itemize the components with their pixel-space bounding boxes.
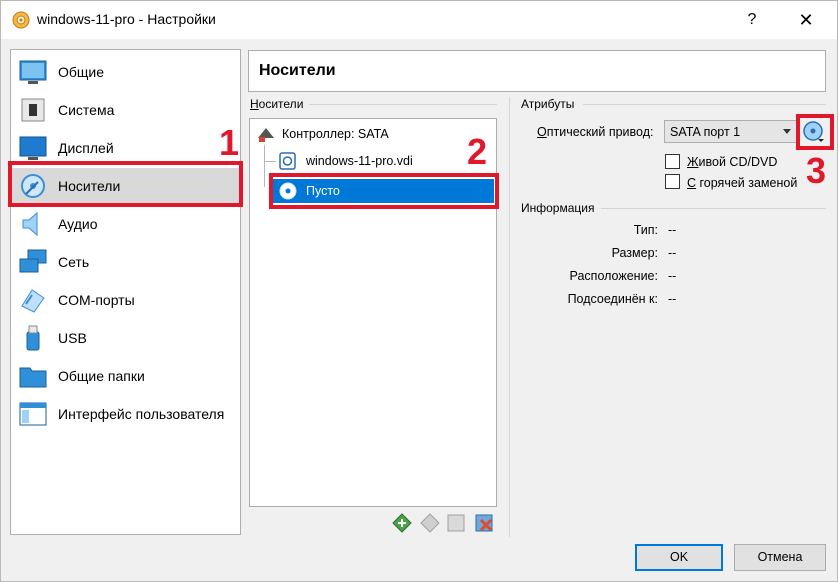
- settings-window: windows-11-pro - Настройки ? ✕ Общие Сис…: [0, 0, 838, 582]
- tree-item-vdi[interactable]: windows-11-pro.vdi: [278, 149, 488, 173]
- system-icon: [21, 98, 45, 122]
- live-cd-checkbox[interactable]: [665, 154, 680, 169]
- usb-icon: [26, 325, 40, 351]
- add-attachment-icon[interactable]: [445, 512, 467, 534]
- page-title: Носители: [259, 62, 336, 79]
- divider: [601, 208, 826, 209]
- storage-group-label: Носители: [250, 97, 304, 111]
- sidebar-item-user-interface[interactable]: Интерфейс пользователя: [12, 396, 240, 432]
- info-location-value: --: [668, 269, 677, 283]
- sidebar-item-label: Интерфейс пользователя: [58, 406, 225, 422]
- add-controller-icon[interactable]: [391, 512, 413, 534]
- window-title: windows-11-pro - Настройки: [37, 11, 216, 27]
- sidebar-item-label: Дисплей: [58, 140, 114, 156]
- general-icon: [19, 60, 47, 84]
- sidebar-item-general[interactable]: Общие: [12, 54, 240, 90]
- tree-connector: [264, 161, 276, 162]
- info-group-label: Информация: [521, 201, 595, 215]
- panel-separator: [509, 97, 510, 537]
- info-size-value: --: [668, 246, 677, 260]
- sidebar-item-label: COM-порты: [58, 292, 135, 308]
- remove-attachment-icon[interactable]: [473, 512, 495, 534]
- sidebar-item-label: Аудио: [58, 216, 98, 232]
- info-type-value: --: [668, 223, 677, 237]
- info-attached-value: --: [668, 292, 677, 306]
- info-size-label: Размер:: [611, 246, 658, 260]
- sidebar-item-audio[interactable]: Аудио: [12, 206, 240, 242]
- sidebar-item-shared-folders[interactable]: Общие папки: [12, 358, 240, 394]
- serial-ports-icon: [21, 289, 45, 313]
- info-type-label: Тип:: [633, 223, 658, 237]
- hot-plug-rest: горячей заменой: [696, 176, 798, 190]
- divider: [583, 104, 826, 105]
- help-button[interactable]: ?: [737, 7, 767, 33]
- annotation-box-3: [796, 114, 834, 150]
- optical-drive-value: SATA порт 1: [670, 125, 741, 139]
- virtualbox-app-icon: [12, 11, 30, 29]
- ok-button[interactable]: OK: [635, 544, 723, 571]
- hot-plug-label[interactable]: С горячей заменой: [687, 176, 797, 190]
- annotation-box-1: [8, 161, 243, 207]
- tree-controller-sata[interactable]: Контроллер: SATA: [254, 122, 494, 146]
- optical-drive-mnemonic: О: [537, 125, 547, 139]
- shared-folders-icon: [19, 367, 47, 388]
- display-icon: [19, 136, 47, 160]
- audio-icon: [22, 211, 38, 237]
- live-cd-mnemonic: Ж: [687, 155, 699, 169]
- hard-disk-icon: [279, 152, 296, 170]
- optical-drive-label: Оптический привод:: [537, 125, 654, 139]
- annotation-number-2: 2: [467, 131, 488, 172]
- user-interface-icon: [19, 402, 47, 426]
- divider: [309, 104, 497, 105]
- optical-drive-select[interactable]: SATA порт 1: [664, 120, 797, 143]
- live-cd-rest: ивой CD/DVD: [698, 155, 778, 169]
- remove-controller-icon[interactable]: [419, 512, 441, 534]
- sidebar-item-label: Система: [58, 102, 115, 118]
- info-attached-label: Подсоединён к:: [567, 292, 658, 306]
- sidebar-item-com-ports[interactable]: COM-порты: [12, 282, 240, 318]
- settings-sidebar: Общие Система Дисплей Носители Аудио Сет…: [10, 49, 241, 535]
- hot-plug-checkbox[interactable]: [665, 174, 680, 189]
- storage-mnemonic: Н: [250, 97, 259, 111]
- sidebar-item-label: Общие: [58, 64, 105, 80]
- hot-plug-mnemonic: С: [687, 176, 697, 190]
- sidebar-item-label: Сеть: [58, 254, 90, 270]
- controller-label: Контроллер: SATA: [282, 127, 389, 141]
- annotation-number-1: 1: [219, 122, 240, 163]
- title-bar: windows-11-pro - Настройки ? ✕: [1, 1, 837, 39]
- sidebar-item-label: Общие папки: [58, 368, 145, 384]
- info-location-label: Расположение:: [569, 269, 658, 283]
- network-icon: [19, 249, 47, 273]
- chevron-down-icon: [783, 129, 791, 134]
- tree-connector: [264, 145, 265, 187]
- live-cd-label[interactable]: Живой CD/DVD: [687, 155, 777, 169]
- controller-icon: [258, 128, 274, 142]
- sidebar-item-network[interactable]: Сеть: [12, 244, 240, 280]
- tree-item-label: windows-11-pro.vdi: [306, 154, 413, 168]
- close-button[interactable]: ✕: [791, 7, 821, 33]
- sidebar-item-system[interactable]: Система: [12, 92, 240, 128]
- sidebar-item-label: USB: [58, 330, 87, 346]
- annotation-number-3: 3: [806, 150, 827, 191]
- cancel-button[interactable]: Отмена: [734, 544, 826, 571]
- annotation-box-2: [269, 173, 499, 209]
- page-header: Носители: [248, 50, 826, 92]
- sidebar-item-usb[interactable]: USB: [12, 320, 240, 356]
- attributes-group-label: Атрибуты: [521, 97, 575, 111]
